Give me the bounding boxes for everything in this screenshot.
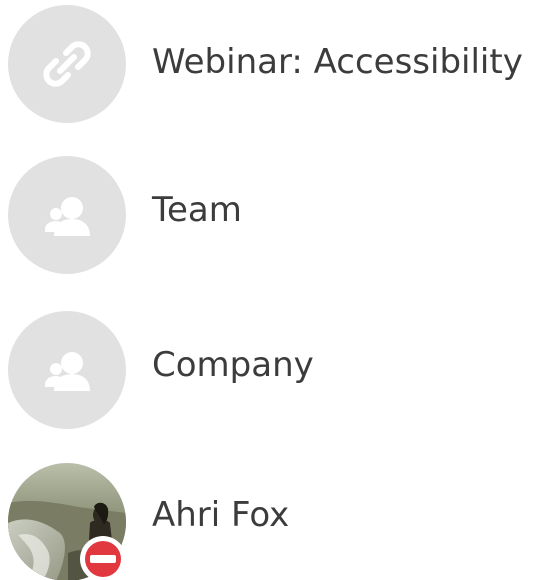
link-icon bbox=[43, 41, 91, 87]
avatar bbox=[8, 5, 126, 123]
list-item-ahri-fox[interactable]: Ahri Fox bbox=[0, 460, 545, 580]
group-icon bbox=[45, 197, 90, 236]
list-item-label: Company bbox=[152, 345, 314, 385]
list-item-label: Ahri Fox bbox=[152, 495, 290, 536]
list-item-label: Team bbox=[152, 189, 242, 230]
list-item-webinar-accessibility[interactable]: Webinar: Accessibility bbox=[0, 0, 545, 123]
avatar bbox=[8, 311, 126, 429]
list-item-company[interactable]: Company bbox=[0, 299, 545, 429]
list-item-team[interactable]: Team bbox=[0, 146, 545, 274]
list-item-label: Webinar: Accessibility bbox=[152, 42, 523, 83]
contact-list: Webinar: Accessibility Team Company Ahri… bbox=[0, 0, 545, 580]
do-not-disturb-icon bbox=[80, 536, 126, 580]
avatar bbox=[8, 156, 126, 274]
group-icon bbox=[45, 352, 90, 391]
